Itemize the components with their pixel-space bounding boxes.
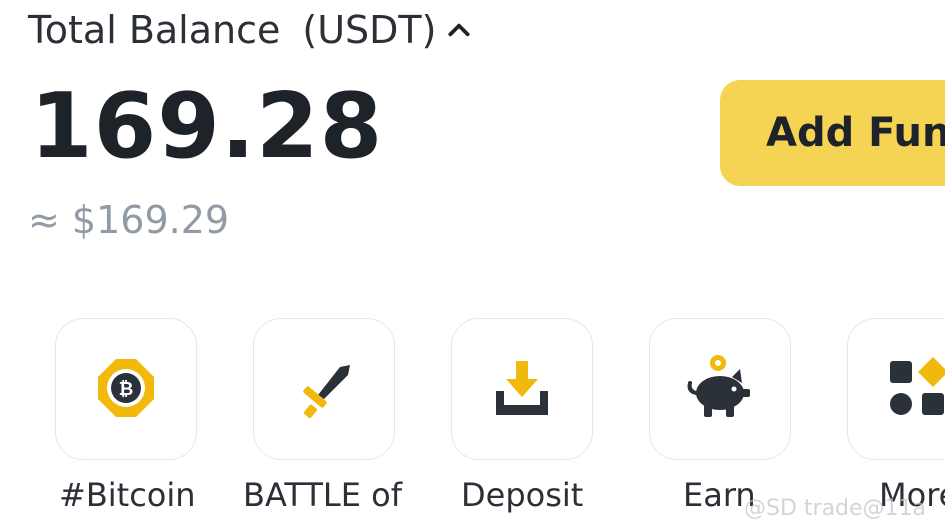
- shortcut-earn-button[interactable]: [649, 318, 791, 460]
- shortcut-label-battle: BATTLE of: [243, 476, 402, 514]
- balance-header[interactable]: Total Balance (USDT): [28, 8, 472, 52]
- shortcut-battle-button[interactable]: [253, 318, 395, 460]
- balance-amount: 169.28: [30, 74, 384, 179]
- watermark: @SD trade@11a: [744, 496, 927, 521]
- shortcut-label-deposit: Deposit: [461, 476, 584, 514]
- piggy-bank-icon: [687, 355, 750, 417]
- balance-title: Total Balance: [28, 8, 281, 52]
- download-tray-icon: [496, 361, 548, 415]
- shortcut-deposit-button[interactable]: [451, 318, 593, 460]
- grid-shapes-icon: [890, 357, 945, 415]
- shortcut-label-bitcoin: #Bitcoin: [59, 476, 196, 514]
- svg-text:₿: ₿: [119, 379, 134, 400]
- balance-currency: (USDT): [302, 8, 437, 52]
- add-funds-button[interactable]: Add Funds: [720, 80, 945, 186]
- wallet-overview: Total Balance (USDT) 169.28 ≈ $169.29 Ad…: [0, 0, 945, 531]
- sword-icon: [303, 365, 350, 418]
- fiat-equivalent: ≈ $169.29: [28, 198, 230, 242]
- bitcoin-badge-icon: ₿: [98, 359, 154, 417]
- chevron-up-icon[interactable]: [446, 17, 472, 43]
- shortcut-bitcoin-button[interactable]: ₿: [55, 318, 197, 460]
- shortcut-more-button[interactable]: [847, 318, 945, 460]
